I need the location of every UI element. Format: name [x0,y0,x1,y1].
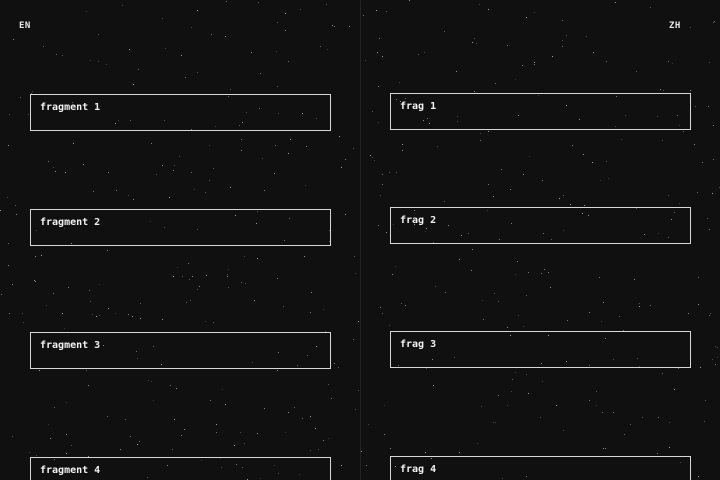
fragment-box-left-4[interactable]: fragment 4 [30,457,331,480]
fragment-label: frag 1 [400,101,437,112]
fragment-label: frag 2 [400,215,437,226]
fragment-label: frag 4 [400,464,437,475]
left-column: fragment 1 fragment 2 fragment 3 fragmen… [0,0,360,480]
fragment-label: frag 3 [400,339,437,350]
fragment-label: fragment 2 [40,217,101,228]
app-canvas: EN ZH fragment 1 fragment 2 fragment 3 f… [0,0,720,480]
fragment-label: fragment 3 [40,340,101,351]
fragment-box-left-3[interactable]: fragment 3 [30,332,331,369]
fragment-box-right-2[interactable]: frag 2 [390,207,691,244]
fragment-box-right-1[interactable]: frag 1 [390,93,691,130]
fragment-box-left-2[interactable]: fragment 2 [30,209,331,246]
fragment-label: fragment 4 [40,465,101,476]
fragment-box-left-1[interactable]: fragment 1 [30,94,331,131]
right-column: frag 1 frag 2 frag 3 frag 4 [360,0,720,480]
fragment-box-right-4[interactable]: frag 4 [390,456,691,480]
fragment-box-right-3[interactable]: frag 3 [390,331,691,368]
fragment-label: fragment 1 [40,102,101,113]
